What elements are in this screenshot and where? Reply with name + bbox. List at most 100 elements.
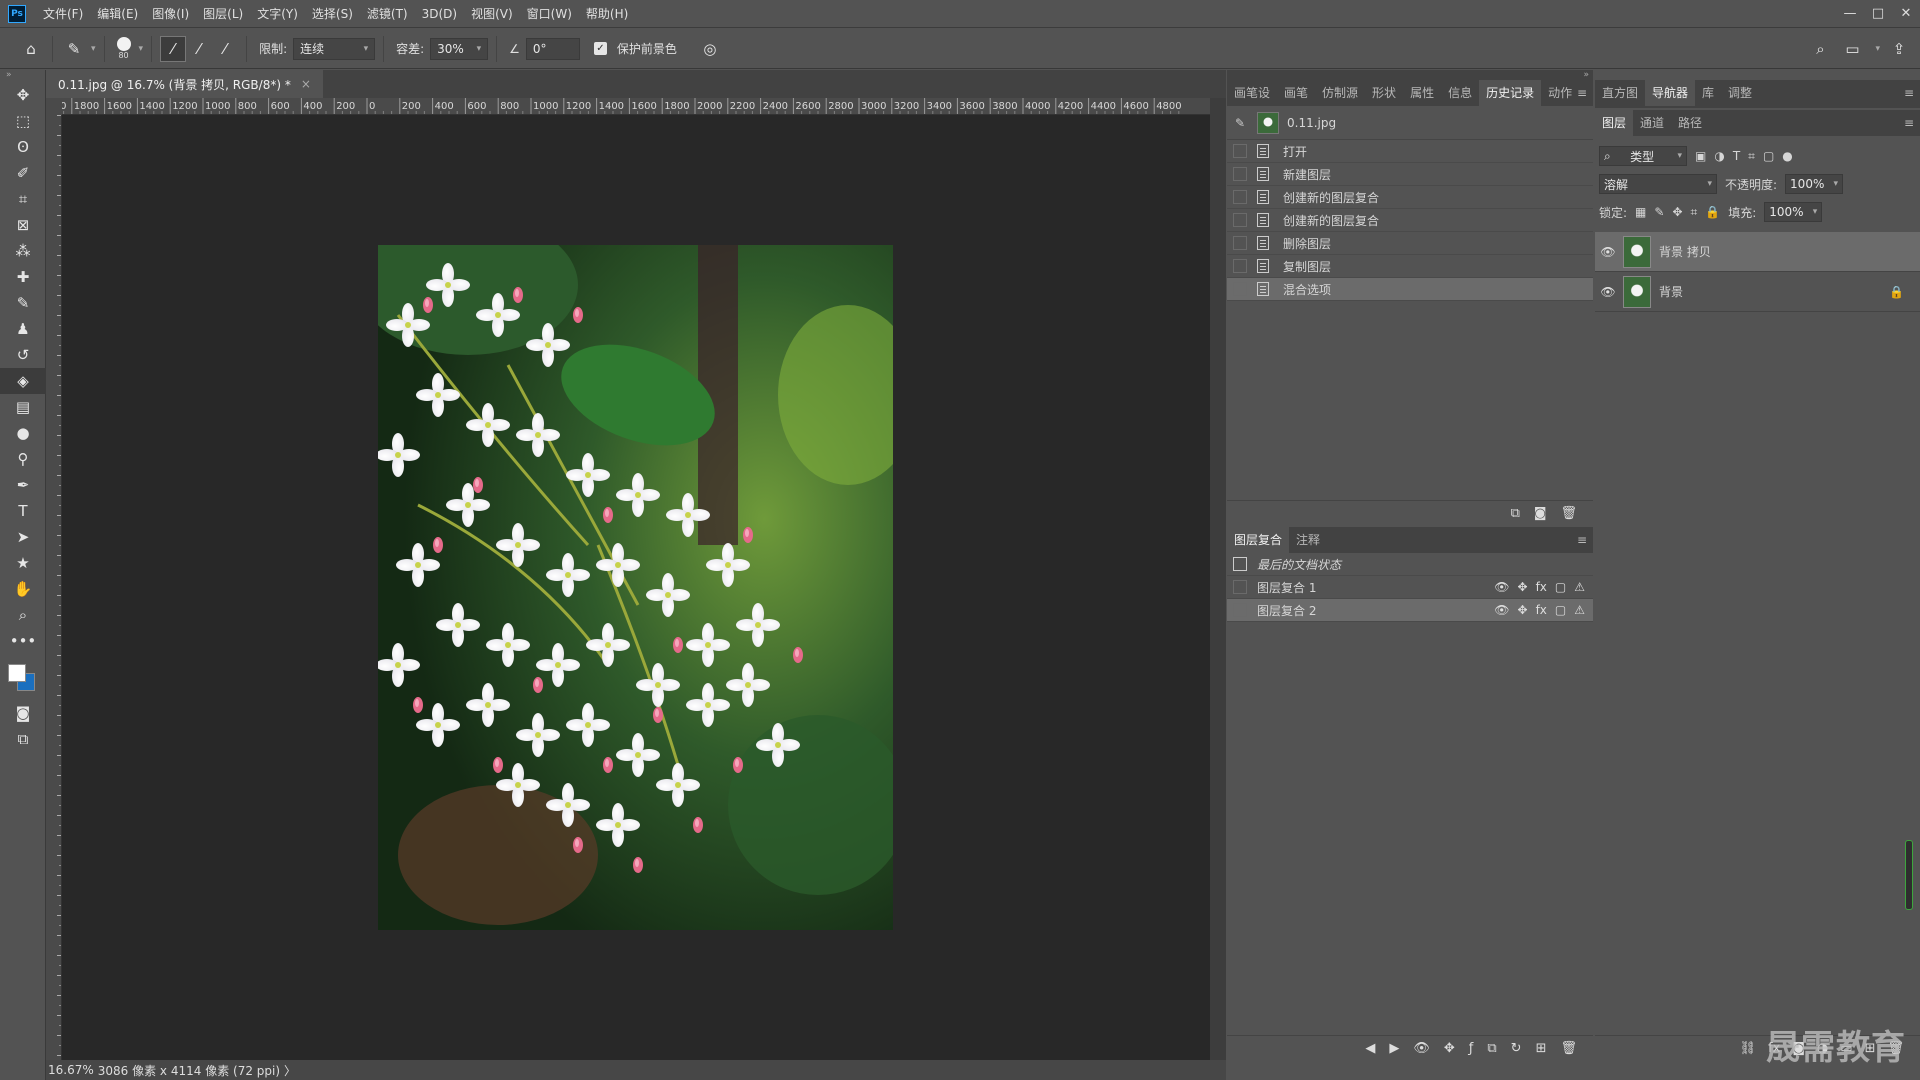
filter-smart-object-icon[interactable]: ▢ (1763, 149, 1774, 163)
comp-visibility-eye-icon[interactable]: 👁 (1494, 603, 1509, 617)
eyedropper-tool-icon[interactable]: ⁂ (0, 238, 46, 264)
menu-layer[interactable]: 图层(L) (196, 0, 250, 28)
menu-view[interactable]: 视图(V) (464, 0, 520, 28)
blur-tool-icon[interactable]: ● (0, 420, 46, 446)
quick-selection-tool-icon[interactable]: ✐ (0, 160, 46, 186)
update-position-icon[interactable]: ✥ (1444, 1041, 1455, 1056)
menu-select[interactable]: 选择(S) (305, 0, 360, 28)
horizontal-ruler[interactable]: 2000180016001400120010008006004002000200… (62, 98, 1210, 115)
delete-comp-trash-icon[interactable]: 🗑 (1560, 1041, 1577, 1056)
history-snapshot[interactable]: ✎ 0.11.jpg (1227, 106, 1593, 140)
tab-channels[interactable]: 通道 (1633, 110, 1671, 136)
foreground-color-swatch[interactable] (8, 664, 26, 682)
tab-brushes[interactable]: 画笔 (1277, 80, 1315, 106)
chevron-down-icon[interactable]: ▾ (1875, 44, 1880, 54)
layer-row[interactable]: 👁 背景 🔒 (1595, 272, 1920, 312)
marquee-tool-icon[interactable]: ⬚ (0, 108, 46, 134)
delete-state-trash-icon[interactable]: 🗑 (1560, 506, 1577, 521)
history-brush-checkbox[interactable] (1233, 190, 1247, 204)
type-tool-icon[interactable]: T (0, 498, 46, 524)
next-comp-icon[interactable]: ▶ (1389, 1041, 1399, 1056)
filter-type-icon[interactable]: T (1733, 149, 1740, 163)
tab-navigator[interactable]: 导航器 (1645, 80, 1696, 106)
angle-input[interactable]: 0° (525, 37, 580, 60)
workspace-icon[interactable]: ▭ (1839, 36, 1865, 62)
opacity-input[interactable]: 100% ▾ (1785, 174, 1844, 194)
tab-properties[interactable]: 属性 (1403, 80, 1441, 106)
more-tools-icon[interactable]: ••• (0, 628, 46, 654)
menu-filter[interactable]: 滤镜(T) (360, 0, 415, 28)
tab-paths[interactable]: 路径 (1671, 110, 1709, 136)
layer-comp-row-selected[interactable]: 图层复合 2 👁 ✥ fx ▢ ⚠ (1227, 599, 1593, 622)
new-comp-icon[interactable]: ⊞ (1536, 1041, 1547, 1056)
update-smart-object-icon[interactable]: ⧉ (1487, 1041, 1496, 1056)
menu-file[interactable]: 文件(F) (36, 0, 90, 28)
lock-artboard-icon[interactable]: ⌗ (1691, 205, 1698, 220)
previous-comp-icon[interactable]: ◀ (1365, 1041, 1375, 1056)
document-tab[interactable]: 0.11.jpg @ 16.7% (背景 拷贝, RGB/8*) * × (46, 70, 323, 98)
comp-position-icon[interactable]: ✥ (1518, 580, 1528, 594)
history-brush-checkbox[interactable] (1233, 282, 1247, 296)
flower-photo[interactable] (378, 245, 893, 930)
history-brush-checkbox[interactable] (1233, 236, 1247, 250)
quick-mask-icon[interactable]: ◙ (0, 700, 46, 726)
history-brush-checkbox[interactable] (1233, 259, 1247, 273)
screen-mode-icon[interactable]: ⧉ (0, 726, 46, 752)
history-item[interactable]: 删除图层 (1227, 232, 1593, 255)
panel-menu-icon[interactable]: ≡ (1577, 86, 1587, 100)
expand-toolbar-icon[interactable]: » (0, 70, 45, 82)
hand-tool-icon[interactable]: ✋ (0, 576, 46, 602)
pressure-size-icon[interactable]: ◎ (697, 36, 723, 62)
history-item[interactable]: 新建图层 (1227, 163, 1593, 186)
filter-toggle-icon[interactable]: ● (1782, 149, 1792, 163)
healing-brush-tool-icon[interactable]: ✚ (0, 264, 46, 290)
minimize-button[interactable]: — (1836, 6, 1864, 21)
refresh-icon[interactable]: ↻ (1511, 1041, 1522, 1056)
zoom-level[interactable]: 16.67% (48, 1063, 94, 1077)
path-selection-tool-icon[interactable]: ➤ (0, 524, 46, 550)
layer-comp-row[interactable]: 图层复合 1 👁 ✥ fx ▢ ⚠ (1227, 576, 1593, 599)
apply-comp-checkbox[interactable] (1233, 603, 1247, 617)
move-tool-icon[interactable]: ✥ (0, 82, 46, 108)
panel-menu-icon[interactable]: ≡ (1904, 86, 1914, 100)
warning-icon[interactable]: ⚠ (1574, 603, 1585, 617)
tab-adjustments[interactable]: 调整 (1721, 80, 1759, 106)
limit-select[interactable]: 连续 ▾ (293, 37, 376, 60)
comp-position-icon[interactable]: ✥ (1518, 603, 1528, 617)
history-brush-tool-icon[interactable]: ↺ (0, 342, 46, 368)
tab-layer-comps[interactable]: 图层复合 (1227, 527, 1290, 553)
tolerance-input[interactable]: 30% ▾ (430, 37, 489, 60)
fill-input[interactable]: 100% ▾ (1764, 202, 1823, 222)
collapse-panels-icon[interactable]: » (1227, 70, 1593, 80)
tab-clone-source[interactable]: 仿制源 (1315, 80, 1365, 106)
layer-filter-kind-select[interactable]: ⌕ 类型 ▾ (1599, 146, 1687, 166)
update-visibility-icon[interactable]: 👁 (1413, 1041, 1430, 1056)
pen-tool-icon[interactable]: ✒ (0, 472, 46, 498)
menu-edit[interactable]: 编辑(E) (90, 0, 145, 28)
tab-layers[interactable]: 图层 (1595, 110, 1634, 136)
sampling-once-icon[interactable]: ⁄ (186, 36, 212, 62)
lock-all-icon[interactable]: 🔒 (1705, 205, 1720, 219)
filter-pixel-icon[interactable]: ▣ (1695, 149, 1706, 163)
link-layers-icon[interactable]: ⛓ (1740, 1041, 1757, 1056)
canvas-vertical-scrollbar[interactable] (1210, 98, 1226, 1060)
document-canvas[interactable] (62, 115, 1210, 1060)
history-brush-checkbox[interactable] (1233, 144, 1247, 158)
history-item[interactable]: 创建新的图层复合 (1227, 186, 1593, 209)
new-snapshot-camera-icon[interactable]: ◙ (1534, 506, 1547, 521)
clone-stamp-tool-icon[interactable]: ♟ (0, 316, 46, 342)
apply-comp-checkbox[interactable] (1233, 580, 1247, 594)
menu-window[interactable]: 窗口(W) (520, 0, 579, 28)
tab-libraries[interactable]: 库 (1695, 80, 1721, 106)
layer-visibility-eye-icon[interactable]: 👁 (1595, 285, 1621, 299)
blend-mode-select[interactable]: 溶解 ▾ (1599, 174, 1717, 194)
history-item[interactable]: 复制图层 (1227, 255, 1593, 278)
history-brush-checkbox[interactable] (1233, 213, 1247, 227)
shape-tool-icon[interactable]: ★ (0, 550, 46, 576)
filter-adjustment-icon[interactable]: ◑ (1714, 149, 1724, 163)
tab-notes[interactable]: 注释 (1289, 527, 1327, 553)
chevron-down-icon[interactable]: ▾ (91, 44, 96, 54)
home-icon[interactable]: ⌂ (18, 36, 44, 62)
close-window-button[interactable]: ✕ (1892, 6, 1920, 21)
status-menu-arrow-icon[interactable]: 〉 (284, 1062, 296, 1079)
